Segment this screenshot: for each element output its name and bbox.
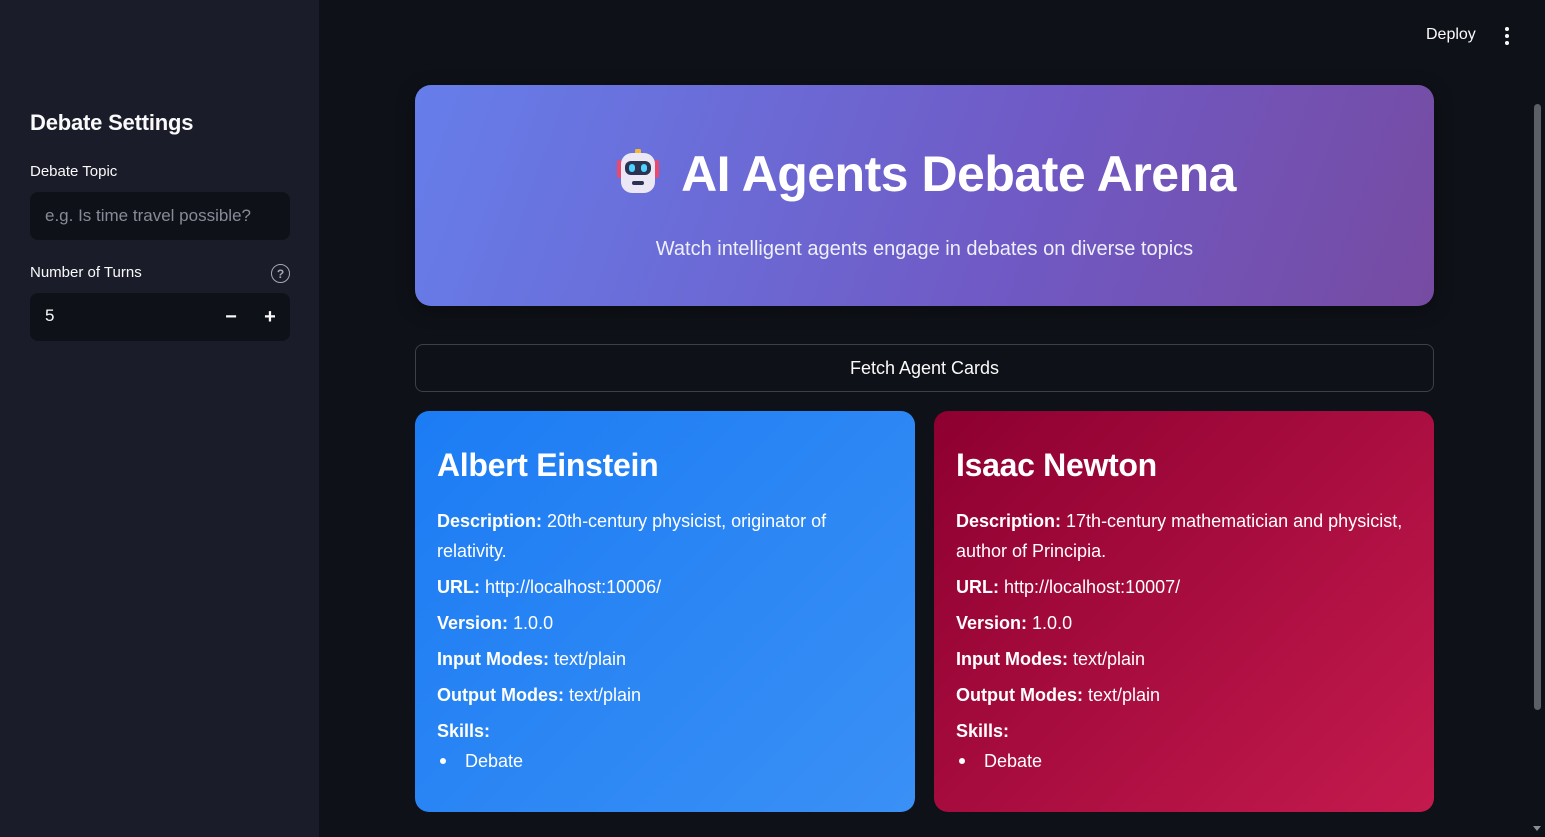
version-value: 1.0.0 <box>513 613 554 633</box>
fetch-agent-cards-button[interactable]: Fetch Agent Cards <box>415 344 1434 392</box>
agent-skills: Skills: <box>956 716 1412 746</box>
agent-url: URL: http://localhost:10007/ <box>956 572 1412 602</box>
skill-item: Debate <box>437 746 893 776</box>
agent-input-modes: Input Modes: text/plain <box>956 644 1412 674</box>
menu-dot <box>1505 34 1509 38</box>
skill-item: Debate <box>956 746 1412 776</box>
agent-card-einstein: Albert Einstein Description: 20th-centur… <box>415 411 915 812</box>
hero-subtitle: Watch intelligent agents engage in debat… <box>655 238 1194 260</box>
agent-description: Description: 20th-century physicist, ori… <box>437 506 893 566</box>
menu-dot <box>1505 27 1509 31</box>
url-label: URL: <box>437 577 480 597</box>
agent-output-modes: Output Modes: text/plain <box>956 680 1412 710</box>
agent-version: Version: 1.0.0 <box>956 608 1412 638</box>
hero-title-row: AI Agents Debate Arena <box>415 145 1434 203</box>
url-label: URL: <box>956 577 999 597</box>
agent-name: Albert Einstein <box>437 447 659 483</box>
agent-output-modes: Output Modes: text/plain <box>437 680 893 710</box>
input-modes-value: text/plain <box>1073 649 1146 669</box>
hero-title: AI Agents Debate Arena <box>681 146 1236 202</box>
input-modes-value: text/plain <box>554 649 627 669</box>
input-modes-label: Input Modes: <box>437 649 549 669</box>
hero-banner: AI Agents Debate Arena Watch intelligent… <box>415 85 1434 306</box>
description-label: Description: <box>956 511 1062 531</box>
kebab-menu-icon[interactable] <box>1497 24 1517 48</box>
number-of-turns-stepper: 5 − + <box>30 293 290 341</box>
skills-label: Skills: <box>956 721 1010 741</box>
output-modes-value: text/plain <box>569 685 642 705</box>
robot-icon <box>613 147 663 197</box>
debate-topic-label: Debate Topic <box>30 163 118 180</box>
scrollbar-thumb[interactable] <box>1534 104 1541 710</box>
agent-card-newton: Isaac Newton Description: 17th-century m… <box>934 411 1434 812</box>
url-value: http://localhost:10007/ <box>1004 577 1181 597</box>
decrement-button[interactable]: − <box>216 302 246 332</box>
agent-input-modes: Input Modes: text/plain <box>437 644 893 674</box>
version-label: Version: <box>437 613 509 633</box>
skills-list: Debate <box>437 746 893 776</box>
input-modes-label: Input Modes: <box>956 649 1068 669</box>
sidebar-title: Debate Settings <box>30 110 194 135</box>
increment-button[interactable]: + <box>255 302 285 332</box>
output-modes-label: Output Modes: <box>956 685 1083 705</box>
skills-label: Skills: <box>437 721 491 741</box>
description-label: Description: <box>437 511 543 531</box>
agent-version: Version: 1.0.0 <box>437 608 893 638</box>
app: Debate Settings Debate Topic Number of T… <box>0 0 1545 837</box>
output-modes-label: Output Modes: <box>437 685 564 705</box>
agent-name: Isaac Newton <box>956 447 1157 483</box>
url-value: http://localhost:10006/ <box>485 577 662 597</box>
version-value: 1.0.0 <box>1032 613 1073 633</box>
agent-url: URL: http://localhost:10006/ <box>437 572 893 602</box>
agent-description: Description: 17th-century mathematician … <box>956 506 1412 566</box>
agent-skills: Skills: <box>437 716 893 746</box>
debate-topic-input[interactable] <box>30 192 290 240</box>
deploy-button[interactable]: Deploy <box>1418 24 1484 48</box>
help-icon[interactable]: ? <box>271 264 290 283</box>
sidebar: Debate Settings Debate Topic Number of T… <box>0 0 319 837</box>
menu-dot <box>1505 41 1509 45</box>
version-label: Version: <box>956 613 1028 633</box>
number-of-turns-label: Number of Turns <box>30 264 142 281</box>
skills-list: Debate <box>956 746 1412 776</box>
scroll-down-arrow-icon[interactable] <box>1533 826 1541 831</box>
output-modes-value: text/plain <box>1088 685 1161 705</box>
number-of-turns-value[interactable]: 5 <box>45 306 54 326</box>
